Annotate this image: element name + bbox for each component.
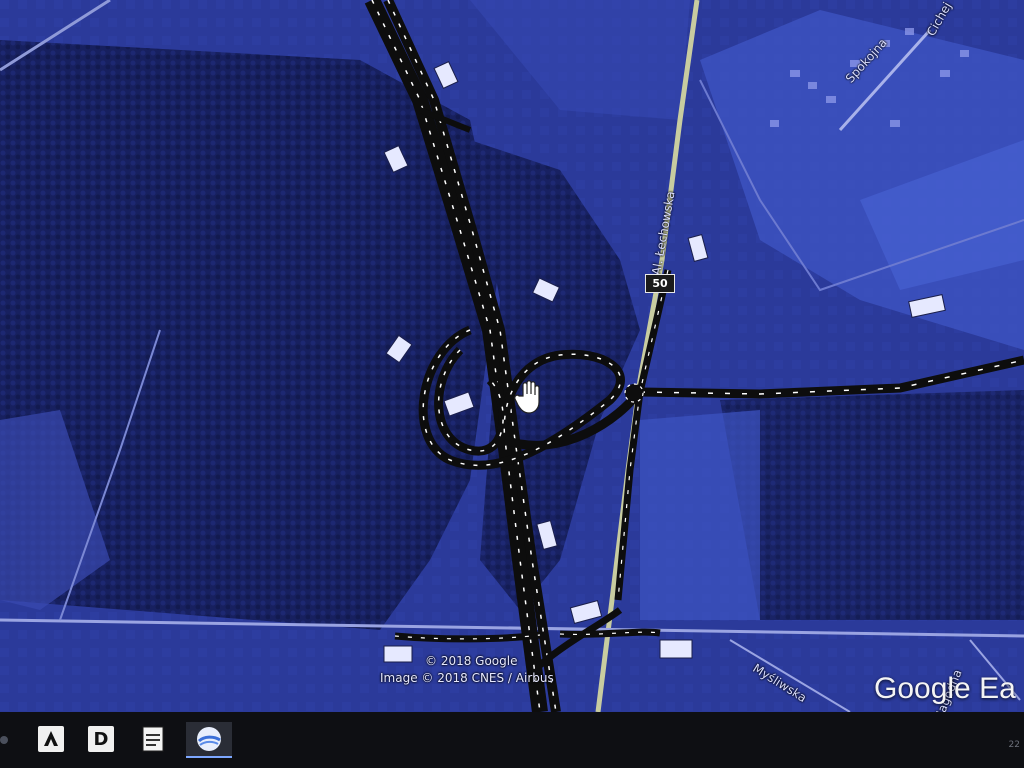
d-app-icon: D [88, 726, 114, 752]
photo-marker-icon [659, 639, 693, 659]
photo-marker-icon [383, 645, 413, 663]
notepad-icon [142, 726, 164, 752]
taskbar-edge-icon[interactable] [0, 736, 8, 744]
taskbar-notepad-button[interactable] [136, 722, 170, 756]
map-copyright-google: © 2018 Google [425, 654, 518, 668]
hand-cursor-icon [514, 380, 540, 414]
taskbar-clock: 22 [1008, 740, 1020, 750]
satellite-map[interactable] [0, 0, 1024, 712]
forest-area-east [720, 390, 1024, 620]
taskbar-google-earth-button[interactable] [186, 722, 232, 758]
google-earth-icon [197, 727, 221, 751]
map-copyright-imagery: Image © 2018 CNES / Airbus [380, 671, 554, 685]
field-south-center [640, 410, 760, 620]
taskbar-d-app-button[interactable]: D [84, 722, 118, 756]
google-earth-logo: Google Ea [874, 672, 1016, 705]
acrobat-icon [38, 726, 64, 752]
taskbar-acrobat-button[interactable] [34, 722, 68, 756]
map-viewport[interactable]: Al. Łechowska Spokojna Cichej Myśliwska … [0, 0, 1024, 712]
roundabout [624, 383, 644, 403]
taskbar: D 22 [0, 712, 1024, 768]
route-shield-50: 50 [645, 274, 675, 293]
